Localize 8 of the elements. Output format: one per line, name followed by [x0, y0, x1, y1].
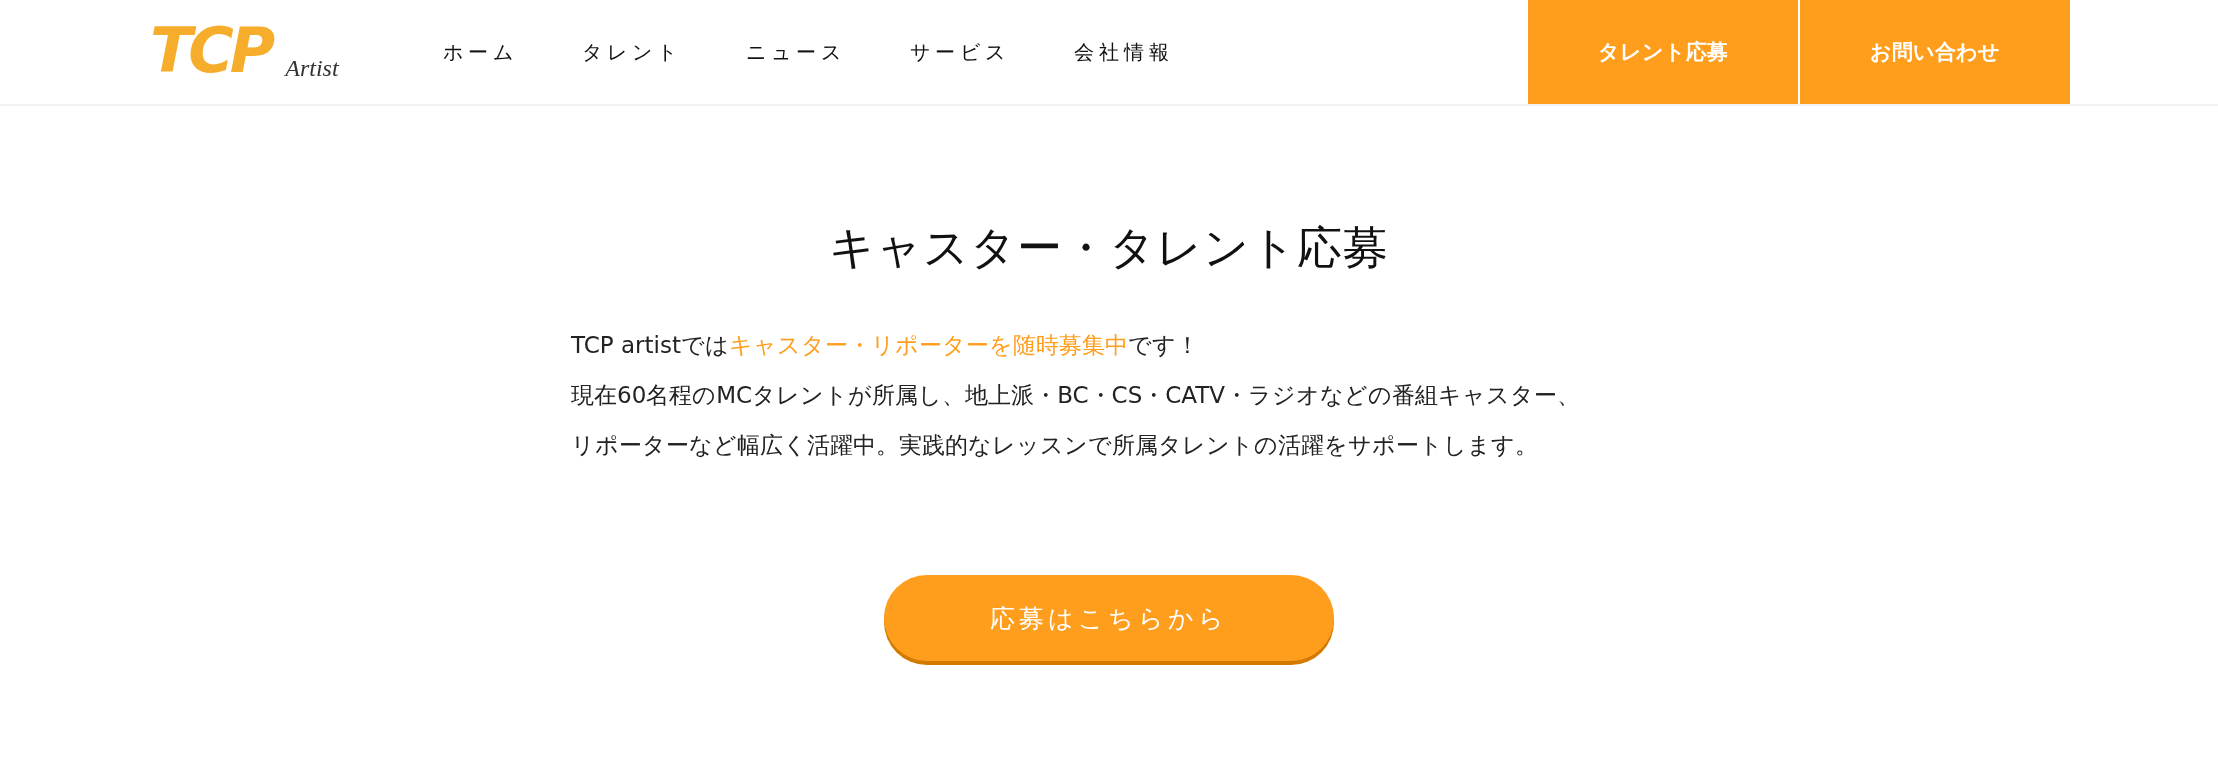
page-title: キャスター・タレント応募 — [829, 220, 1389, 276]
nav-link[interactable]: 会社情報 — [1074, 38, 1174, 66]
logo-subtitle: Artist — [285, 56, 339, 80]
nav-link[interactable]: サービス — [910, 38, 1010, 66]
nav-link[interactable]: ホーム — [443, 38, 518, 66]
intro-paragraph: TCP artistでは キャスター・リポーターを随時募集中です！ 現在60名程のMCタレントが所属し、地上派・BC・CS・CATV・ラジオなどの番組キャスター、 リポーターなど幅広く活躍中。実践的なレッスンで所属タレントの活躍をサポートします。 — [570, 331, 1582, 460]
nav-link[interactable]: ニュース — [746, 38, 846, 66]
nav-link[interactable]: タレント — [582, 38, 682, 66]
